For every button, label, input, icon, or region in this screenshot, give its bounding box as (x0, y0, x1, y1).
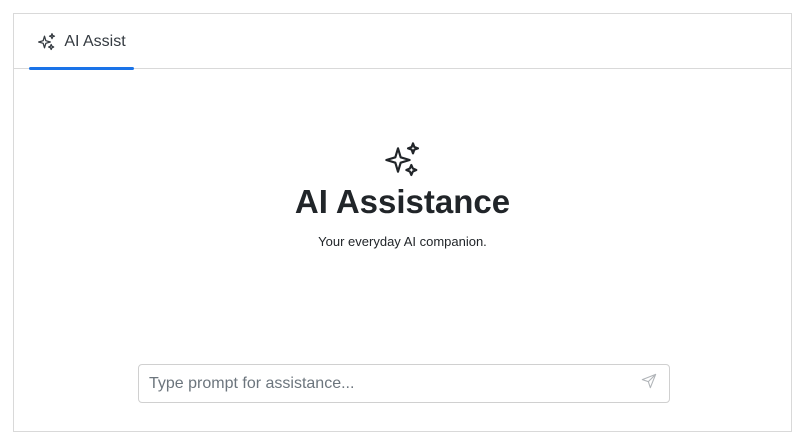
page-title: AI Assistance (294, 183, 511, 220)
send-button[interactable] (629, 365, 669, 402)
tab-bar: AI Assist (14, 14, 791, 70)
welcome-section: AI Assistance Your everyday AI companion… (14, 140, 791, 249)
sparkles-icon (383, 140, 423, 180)
active-tab-indicator (29, 67, 134, 70)
tab-ai-assist[interactable]: AI Assist (29, 14, 134, 70)
page-subtitle: Your everyday AI companion. (318, 234, 487, 249)
tab-label: AI Assist (64, 32, 126, 50)
send-icon (641, 373, 657, 394)
ai-assist-panel: AI Assist AI Assistance Your everyday AI… (13, 13, 792, 432)
prompt-input[interactable] (139, 365, 629, 402)
sparkles-icon (37, 32, 57, 52)
prompt-box (138, 364, 670, 403)
